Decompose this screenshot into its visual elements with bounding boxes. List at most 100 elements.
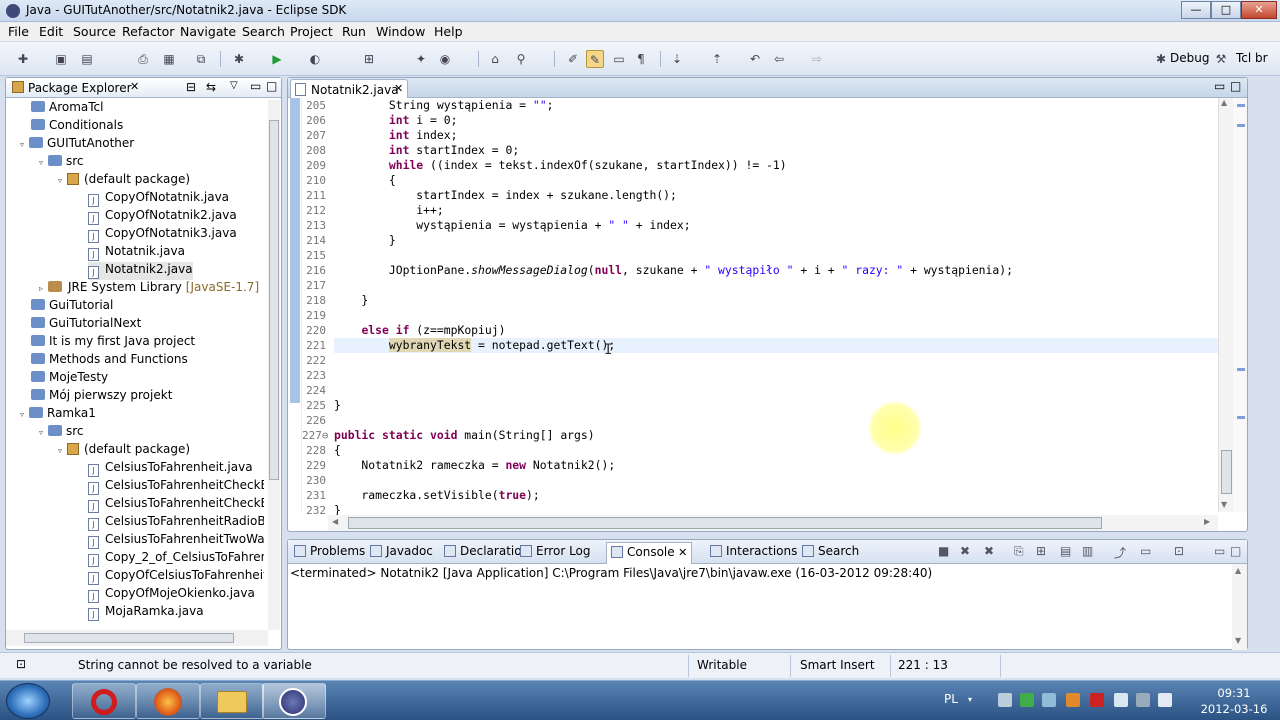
- menu-help[interactable]: Help: [428, 24, 469, 39]
- overview-marker[interactable]: [1237, 104, 1245, 107]
- menu-refactor[interactable]: Refactor: [116, 24, 180, 39]
- scroll-thumb[interactable]: [1221, 450, 1232, 494]
- new-package-icon[interactable]: ✦: [412, 50, 430, 68]
- debug-icon[interactable]: ✱: [230, 50, 248, 68]
- code-line[interactable]: else if (z==mpKopiuj): [334, 323, 1214, 338]
- display-console-icon[interactable]: ▥: [1082, 544, 1093, 558]
- menu-source[interactable]: Source: [67, 24, 122, 39]
- close-tab-icon[interactable]: ✕: [394, 82, 403, 95]
- menu-run[interactable]: Run: [336, 24, 372, 39]
- new-class-icon[interactable]: ◉: [436, 50, 454, 68]
- minimize-view-icon[interactable]: ▭: [1214, 79, 1225, 93]
- block-selection-icon[interactable]: ▭: [610, 50, 628, 68]
- previous-annotation-icon[interactable]: ⇡: [708, 50, 726, 68]
- tree-item[interactable]: ▿ src: [39, 424, 84, 442]
- tab-declaration[interactable]: Declaration: [444, 544, 529, 558]
- next-annotation-icon[interactable]: ⇣: [668, 50, 686, 68]
- code-line[interactable]: {: [334, 443, 1214, 458]
- last-edit-icon[interactable]: ↶: [746, 50, 764, 68]
- menu-project[interactable]: Project: [284, 24, 339, 39]
- tree-item[interactable]: J Notatnik2.java: [88, 262, 193, 280]
- minimize-button[interactable]: —: [1181, 1, 1211, 19]
- tree-item[interactable]: Mój pierwszy projekt: [31, 388, 172, 406]
- tray-update-icon[interactable]: [1066, 693, 1080, 707]
- search-icon[interactable]: ⚲: [512, 50, 530, 68]
- clock[interactable]: 09:31 2012-03-16: [1196, 685, 1272, 717]
- minimize-view-icon[interactable]: ▭: [1214, 544, 1225, 558]
- tab-interactions[interactable]: Interactions: [710, 544, 797, 558]
- tray-flag-icon[interactable]: [1114, 693, 1128, 707]
- tree-item[interactable]: J CopyOfNotatnik.java: [88, 190, 229, 208]
- scroll-down-icon[interactable]: ▼: [1235, 636, 1241, 645]
- toggle-highlight-icon[interactable]: ✎: [586, 50, 604, 68]
- tree-item[interactable]: ▿ src: [39, 154, 84, 172]
- minimize-view-icon[interactable]: ▭: [250, 79, 261, 93]
- run-icon[interactable]: ▶: [268, 50, 286, 68]
- scroll-down-icon[interactable]: ▼: [1221, 500, 1227, 509]
- expand-icon[interactable]: ▿: [58, 446, 67, 455]
- tab-javadoc[interactable]: Javadoc: [370, 544, 433, 558]
- code-line[interactable]: [334, 308, 1214, 323]
- tab-search[interactable]: Search: [802, 544, 859, 558]
- tree-item[interactable]: J CelsiusToFahrenheitCheckBox: [88, 478, 264, 496]
- code-line[interactable]: int i = 0;: [334, 113, 1214, 128]
- code-line[interactable]: int index;: [334, 128, 1214, 143]
- scroll-right-icon[interactable]: ▶: [1204, 517, 1210, 526]
- code-line[interactable]: [334, 413, 1214, 428]
- tree-item[interactable]: GuiTutorial: [31, 298, 113, 316]
- menu-file[interactable]: File: [2, 24, 35, 39]
- editor-horizontal-scrollbar[interactable]: ◀ ▶: [328, 515, 1218, 531]
- taskbar-opera[interactable]: [72, 683, 136, 719]
- code-line[interactable]: String wystąpienia = "";: [334, 98, 1214, 113]
- open-console-icon[interactable]: ⤴: [1114, 544, 1126, 561]
- tree-item[interactable]: J Copy_2_of_CelsiusToFahrenhe: [88, 550, 264, 568]
- menu-search[interactable]: Search: [236, 24, 291, 39]
- scroll-thumb[interactable]: [269, 120, 279, 480]
- code-line[interactable]: i++;: [334, 203, 1214, 218]
- perspective-debug[interactable]: Debug: [1170, 51, 1209, 65]
- tab-problems[interactable]: Problems: [294, 544, 365, 558]
- back-icon[interactable]: ⇦: [770, 50, 788, 68]
- copy-icon[interactable]: ⧉: [192, 50, 210, 68]
- remove-all-icon[interactable]: ✖: [984, 544, 994, 558]
- tray-app-icon[interactable]: [998, 693, 1012, 707]
- external-tools-icon[interactable]: ◐: [306, 50, 324, 68]
- mark-occurrences-icon[interactable]: ✐: [564, 50, 582, 68]
- menu-navigate[interactable]: Navigate: [174, 24, 242, 39]
- tcl-perspective-icon[interactable]: ⚒: [1212, 50, 1230, 68]
- tray-network-icon[interactable]: [1042, 693, 1056, 707]
- tree-item[interactable]: ▹ JRE System Library [JavaSE-1.7]: [39, 280, 259, 298]
- language-indicator[interactable]: PL: [944, 692, 958, 706]
- close-icon[interactable]: ✕: [675, 546, 687, 559]
- start-button[interactable]: [6, 683, 50, 719]
- perspective-tcl[interactable]: Tcl br: [1236, 51, 1268, 65]
- overview-marker[interactable]: [1237, 416, 1245, 419]
- code-line[interactable]: JOptionPane.showMessageDialog(null, szuk…: [334, 263, 1214, 278]
- maximize-view-icon[interactable]: □: [1230, 544, 1241, 558]
- expand-icon[interactable]: ▿: [58, 176, 67, 185]
- tree-item[interactable]: Conditionals: [31, 118, 123, 136]
- code-line[interactable]: [334, 248, 1214, 263]
- code-line[interactable]: }: [334, 398, 1214, 413]
- collapse-all-icon[interactable]: ⊟: [186, 80, 196, 94]
- overview-marker[interactable]: [1237, 368, 1245, 371]
- tree-item[interactable]: J Notatnik.java: [88, 244, 185, 262]
- tab-error-log[interactable]: Error Log: [520, 544, 591, 558]
- tree-horizontal-scrollbar[interactable]: [6, 630, 268, 646]
- code-line[interactable]: [334, 278, 1214, 293]
- view-menu-icon[interactable]: ▭: [1140, 544, 1151, 558]
- new-console-icon[interactable]: ⊡: [1174, 544, 1184, 558]
- word-wrap-icon[interactable]: ⊞: [1036, 544, 1046, 558]
- code-line[interactable]: wybranyTekst = notepad.getText();: [334, 338, 1214, 353]
- tray-volume-icon[interactable]: [1158, 693, 1172, 707]
- code-line[interactable]: wystąpienia = wystąpienia + " " + index;: [334, 218, 1214, 233]
- tree-item[interactable]: J CopyOfNotatnik3.java: [88, 226, 237, 244]
- tree-item[interactable]: J CelsiusToFahrenheit.java: [88, 460, 253, 478]
- open-folder-icon[interactable]: ⌂: [486, 50, 504, 68]
- save-icon[interactable]: ▣: [52, 50, 70, 68]
- open-type-icon[interactable]: ⊞: [360, 50, 378, 68]
- close-button[interactable]: ✕: [1241, 1, 1277, 19]
- print-preview-icon[interactable]: ▦: [160, 50, 178, 68]
- code-line[interactable]: rameczka.setVisible(true);: [334, 488, 1214, 503]
- view-menu-icon[interactable]: ▽: [230, 80, 238, 91]
